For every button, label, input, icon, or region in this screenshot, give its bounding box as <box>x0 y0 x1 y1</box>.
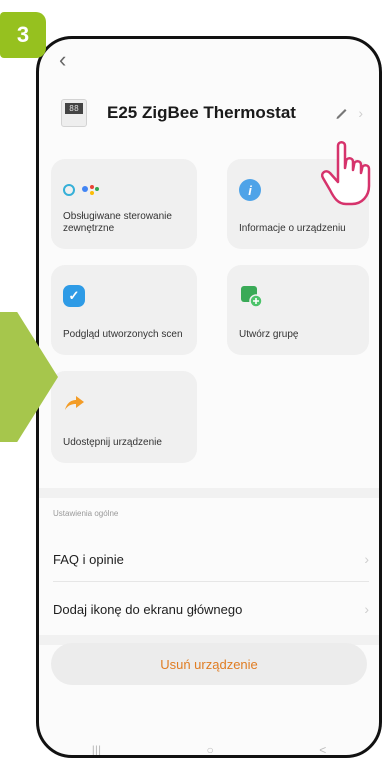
remove-device-button[interactable]: Usuń urządzenie <box>51 643 367 685</box>
share-icon <box>65 396 84 410</box>
chevron-right-icon: › <box>364 601 369 617</box>
card-label: Obsługiwane sterowanie zewnętrzne <box>63 211 172 234</box>
device-thumb-screen: 88 <box>65 103 83 114</box>
device-thumbnail: 88 <box>61 99 87 127</box>
check-icon: ✓ <box>63 285 85 307</box>
card-share-device[interactable]: Udostępnij urządzenie <box>51 371 197 463</box>
card-label: Informacje o urządzeniu <box>239 223 346 234</box>
home-icon[interactable]: ○ <box>207 743 214 755</box>
system-navbar: ||| ○ < <box>39 739 379 755</box>
alexa-icon <box>63 184 75 196</box>
chevron-right-icon[interactable]: › <box>358 105 363 121</box>
chevron-left-icon[interactable]: ‹ <box>59 47 66 73</box>
list-item-add-to-home[interactable]: Dodaj ikonę do ekranu głównego › <box>53 589 369 629</box>
card-label: Utwórz grupę <box>239 329 299 340</box>
pencil-icon[interactable] <box>334 105 350 121</box>
section-divider <box>39 488 379 498</box>
list-item-label: Dodaj ikonę do ekranu głównego <box>53 601 243 617</box>
card-create-group[interactable]: Utwórz grupę <box>227 265 369 355</box>
card-external-control[interactable]: Obsługiwane sterowanie zewnętrzne <box>51 159 197 249</box>
step-badge: 3 <box>0 12 46 58</box>
recent-apps-icon[interactable]: ||| <box>92 743 101 755</box>
section-caption: Ustawienia ogólne <box>53 509 119 518</box>
google-assistant-icon <box>82 185 99 195</box>
pointing-hand-icon <box>321 141 371 206</box>
list-item-label: FAQ i opinie <box>53 551 124 567</box>
card-label: Podgląd utworzonych scen <box>63 329 183 340</box>
device-title: E25 ZigBee Thermostat <box>107 103 296 122</box>
info-icon: i <box>239 179 261 201</box>
back-icon[interactable]: < <box>319 743 326 755</box>
chevron-right-icon: › <box>364 551 369 567</box>
card-created-scenes[interactable]: ✓ Podgląd utworzonych scen <box>51 265 197 355</box>
device-header: 88 E25 ZigBee Thermostat › <box>61 95 363 131</box>
row-divider <box>53 581 369 582</box>
card-label: Udostępnij urządzenie <box>63 437 162 448</box>
list-item-faq[interactable]: FAQ i opinie › <box>53 539 369 579</box>
group-add-icon <box>241 286 263 308</box>
